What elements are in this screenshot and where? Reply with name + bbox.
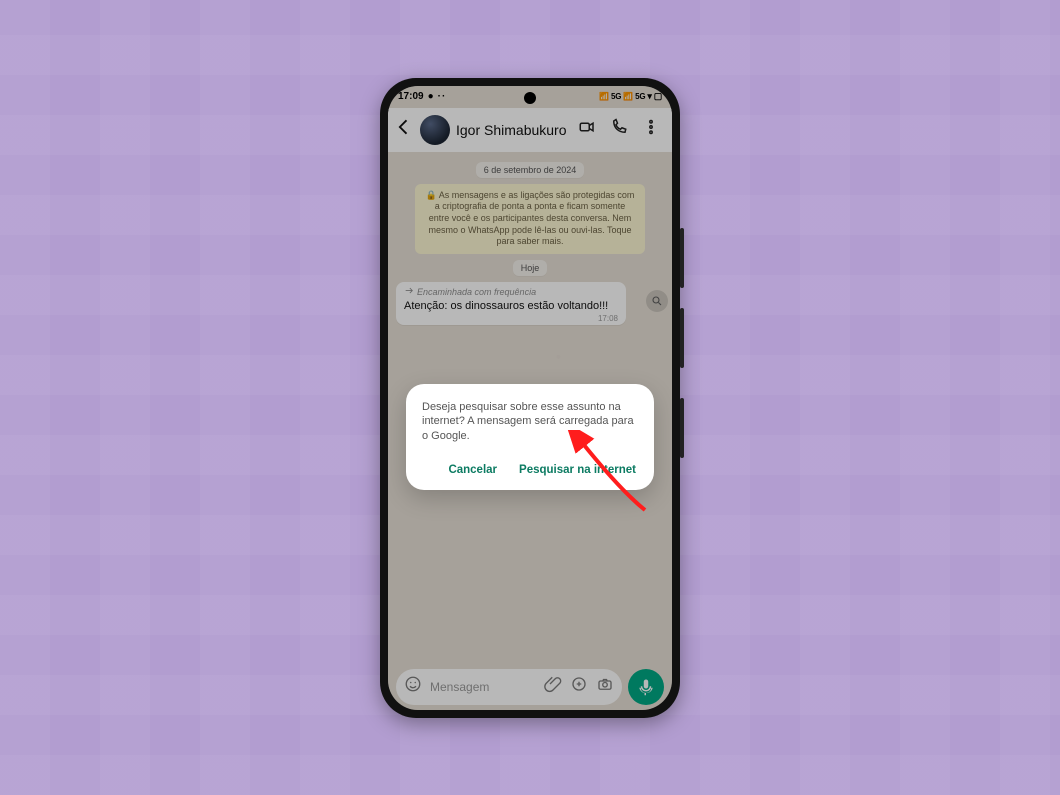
search-web-dialog: Deseja pesquisar sobre esse assunto na i…	[406, 384, 654, 491]
cancel-button[interactable]: Cancelar	[446, 458, 499, 482]
phone-frame: 17:09 ● ·· 📶 5G 📶 5G ▾ ▢ Igor Shimabukur…	[380, 78, 680, 718]
camera-punch-hole	[524, 92, 536, 104]
phone-screen: 17:09 ● ·· 📶 5G 📶 5G ▾ ▢ Igor Shimabukur…	[388, 86, 672, 710]
dialog-body-text: Deseja pesquisar sobre esse assunto na i…	[422, 400, 638, 445]
search-internet-button[interactable]: Pesquisar na internet	[517, 458, 638, 482]
